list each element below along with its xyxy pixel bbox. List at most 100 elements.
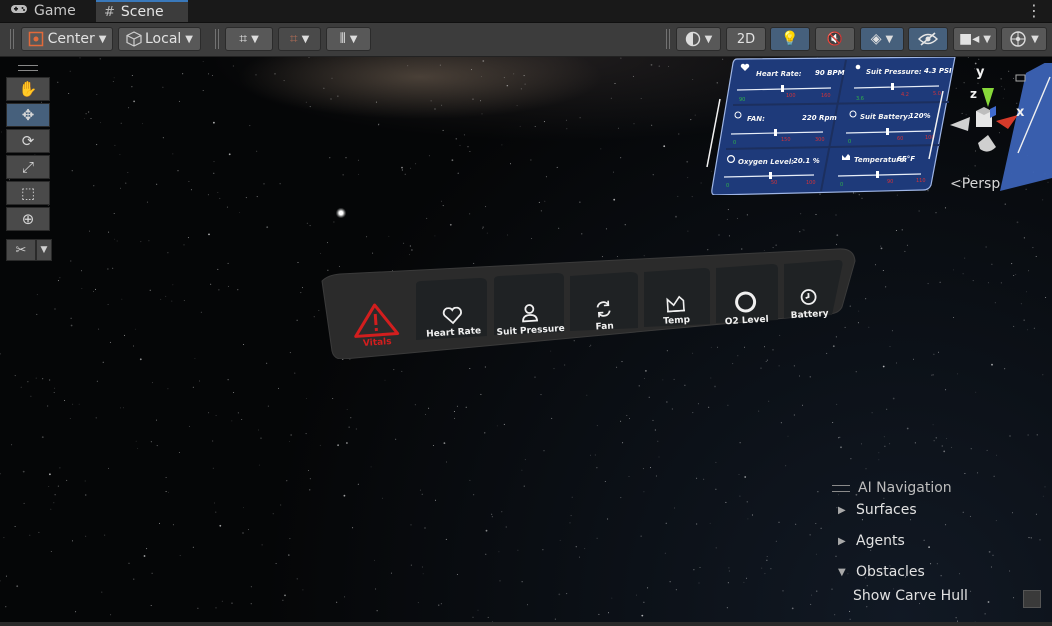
svg-text:4.2: 4.2 <box>901 92 909 98</box>
gizmos-dropdown[interactable]: ▼ <box>1001 27 1047 51</box>
projection-toggle[interactable]: <Persp <box>950 176 1000 192</box>
move-tool[interactable]: ✥ <box>6 103 50 127</box>
show-carve-hull-label: Show Carve Hull <box>853 588 968 604</box>
hand-icon: ✋ <box>18 80 38 98</box>
monitor-background: 90 3.6 00 00 100 160 4.2 5.0 150 300 60 100 5… <box>711 57 956 195</box>
svg-text:300: 300 <box>815 137 825 143</box>
chevron-down-icon: ▼ <box>98 33 107 45</box>
warning-icon <box>354 303 400 338</box>
battery-clock-icon <box>800 289 817 305</box>
svg-text:0: 0 <box>848 139 851 145</box>
vitals-battery[interactable]: Battery <box>779 285 839 321</box>
panel-edge-lines <box>706 98 721 168</box>
rotation-dropdown[interactable]: Local ▼ <box>118 27 201 51</box>
surfaces-foldout[interactable]: ▶ Surfaces <box>838 502 917 518</box>
agents-label: Agents <box>856 533 905 549</box>
scale-tool[interactable]: ⤢ <box>6 155 50 179</box>
monitor-heart-rate-label: Heart Rate: <box>756 70 802 78</box>
bright-star <box>336 208 346 218</box>
move-arrows-icon: ✥ <box>21 106 35 124</box>
custom-tool-dropdown[interactable]: ✂ ▼ <box>6 239 52 261</box>
eye-slash-icon <box>918 32 938 46</box>
agents-foldout[interactable]: ▶ Agents <box>838 533 905 549</box>
monitor-heart-rate-value: 90 BPM <box>815 69 845 77</box>
vitals-bar-panel[interactable]: Vitals Heart Rate Suit Pressure Fan Temp… <box>320 247 856 359</box>
grid-visibility-button[interactable]: ⦀ ▼ <box>326 27 371 51</box>
scene-viewport[interactable]: ✋ ✥ ⟳ ⤢ ⬚ ⊕ ✂ ▼ Vitals Heart Rate Suit P… <box>0 57 1052 626</box>
tab-bar: Game # Scene ⋮ <box>0 0 1052 23</box>
pivot-dropdown[interactable]: Center ▼ <box>21 27 113 51</box>
grid-snap-button[interactable]: ⌗ ▼ <box>225 27 273 51</box>
toggle-2d-button[interactable]: 2D <box>726 27 766 51</box>
toolbar-grip[interactable] <box>10 29 14 49</box>
hand-tool[interactable]: ✋ <box>6 77 50 101</box>
transform-tool[interactable]: ⊕ <box>6 207 50 231</box>
suit-monitor-panel[interactable]: 90 3.6 00 00 100 160 4.2 5.0 150 300 60 100 5… <box>711 57 959 195</box>
heart-icon <box>442 306 462 325</box>
rect-tool[interactable]: ⬚ <box>6 181 50 205</box>
audio-toggle[interactable]: 🔇 <box>815 27 855 51</box>
drag-handle-icon <box>832 484 850 492</box>
draw-mode-dropdown[interactable]: ▼ <box>676 27 721 51</box>
monitor-oxygen-label: Oxygen Level: <box>738 158 794 166</box>
more-options-icon[interactable]: ⋮ <box>1026 1 1042 20</box>
lightbulb-icon: 💡 <box>781 31 799 47</box>
mode-2d-label: 2D <box>736 31 756 47</box>
grid-ruler-icon: ⦀ <box>339 31 346 47</box>
chevron-down-icon: ▼ <box>185 33 193 45</box>
toolbar-grip[interactable] <box>666 29 670 49</box>
orientation-gizmo[interactable]: y z x <box>938 59 1052 191</box>
chevron-down-icon: ▼ <box>1031 33 1039 45</box>
obstacles-label: Obstacles <box>856 564 925 580</box>
chevron-down-icon: ▼ <box>349 33 358 45</box>
shading-sphere-icon <box>685 31 700 47</box>
triangle-right-icon: ▶ <box>838 504 846 516</box>
vitals-suit-pressure[interactable]: Suit Pressure <box>496 301 565 338</box>
vitals-alert[interactable]: Vitals <box>346 300 405 350</box>
pressure-gauge-icon <box>522 304 539 323</box>
toolbar-grip[interactable] <box>215 29 219 49</box>
palette-drag-handle[interactable] <box>6 63 50 73</box>
svg-text:0: 0 <box>840 182 843 188</box>
monitor-temperature-value: 65°F <box>897 155 916 163</box>
wrench-icon: ✂ <box>6 239 36 261</box>
increment-snap-button[interactable]: ⌗ ▼ <box>278 27 321 51</box>
tab-game[interactable]: Game <box>2 0 84 22</box>
gamepad-icon <box>10 3 28 19</box>
chevron-down-icon: ▼ <box>301 33 310 45</box>
rotate-tool[interactable]: ⟳ <box>6 129 50 153</box>
pivot-label: Center <box>47 31 95 47</box>
overlay-header[interactable]: AI Navigation <box>832 480 952 496</box>
show-carve-hull-row: Show Carve Hull <box>853 588 968 604</box>
vitals-o2-level[interactable]: O2 Level <box>713 289 779 328</box>
overlay-title: AI Navigation <box>858 480 952 496</box>
transform-globe-icon: ⊕ <box>21 210 35 228</box>
monitor-suit-pressure-label: Suit Pressure: <box>866 68 922 76</box>
scene-visibility-toggle[interactable] <box>908 27 948 51</box>
effects-toggle[interactable]: ◈ ▼ <box>860 27 904 51</box>
monitor-oxygen-value: 20.1 % <box>793 157 820 165</box>
triangle-right-icon: ▶ <box>838 535 846 547</box>
monitor-fan-value: 220 Rpm <box>802 114 837 122</box>
vitals-temp[interactable]: Temp <box>643 293 709 328</box>
temperature-icon <box>666 295 686 313</box>
temp-label: Temp <box>662 315 691 327</box>
tab-scene[interactable]: # Scene <box>96 0 188 22</box>
vitals-fan[interactable]: Fan <box>571 297 637 334</box>
chevron-left-icon: < <box>950 176 962 192</box>
lighting-toggle[interactable]: 💡 <box>770 27 810 51</box>
camera-dropdown[interactable]: ■◂ ▼ <box>953 27 997 51</box>
show-carve-hull-checkbox[interactable] <box>1023 590 1041 608</box>
obstacles-foldout[interactable]: ▼ Obstacles <box>838 564 925 580</box>
chevron-down-icon: ▼ <box>983 33 991 45</box>
vitals-heart-rate[interactable]: Heart Rate <box>419 305 487 340</box>
chevron-down-icon: ▼ <box>251 33 259 45</box>
rotate-icon: ⟳ <box>21 132 35 150</box>
local-cube-icon <box>126 31 142 47</box>
svg-text:160: 160 <box>821 93 831 99</box>
ai-navigation-overlay: AI Navigation ▶ Surfaces ▶ Agents ▼ Obst… <box>826 480 1052 626</box>
chevron-down-icon: ▼ <box>36 239 52 261</box>
svg-text:90: 90 <box>887 179 893 185</box>
monitor-fan-label: FAN: <box>747 115 765 123</box>
snap-increment-icon: ⌗ <box>289 31 298 47</box>
